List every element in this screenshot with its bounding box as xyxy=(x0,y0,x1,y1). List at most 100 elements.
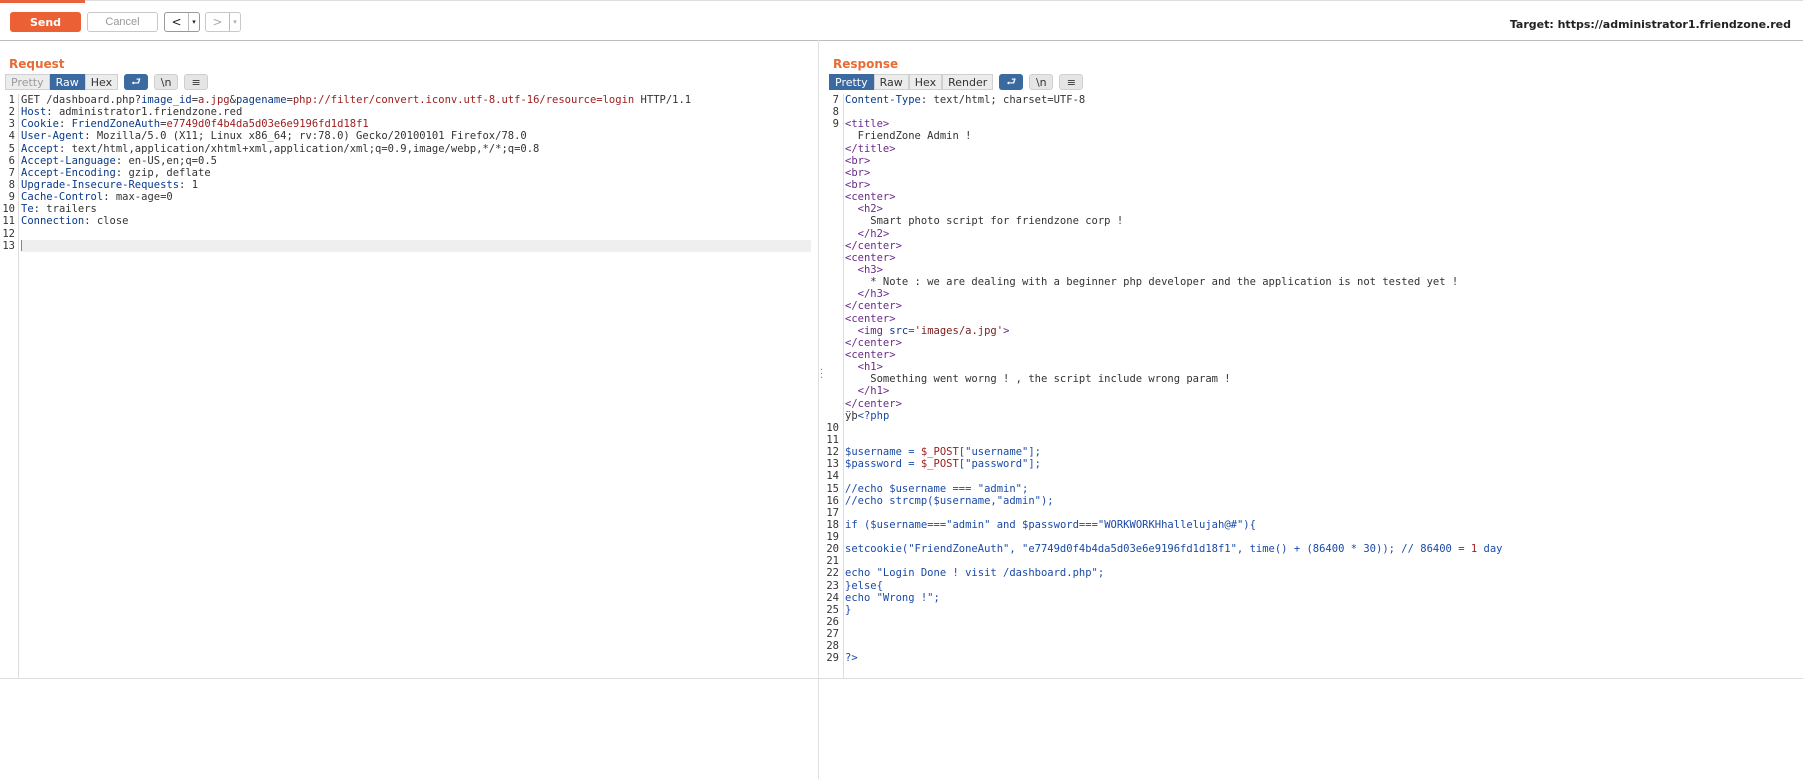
code-line[interactable]: setcookie("FriendZoneAuth", "e7749d0f4b4… xyxy=(845,543,1800,555)
code-line[interactable]: <h3> xyxy=(845,264,1800,276)
code-line[interactable]: ÿþ<?php xyxy=(845,410,1800,422)
code-line[interactable]: GET /dashboard.php?image_id=a.jpg&pagena… xyxy=(21,94,811,106)
code-line[interactable]: Smart photo script for friendzone corp ! xyxy=(845,215,1800,227)
code-token: : administrator1.friendzone.red xyxy=(46,106,243,119)
code-line[interactable]: <br> xyxy=(845,155,1800,167)
history-forward-button[interactable]: > ▾ xyxy=(205,12,241,32)
code-line[interactable]: Something went worng ! , the script incl… xyxy=(845,373,1800,385)
code-line[interactable]: ?> xyxy=(845,652,1800,664)
code-line[interactable]: //echo strcmp($username,"admin"); xyxy=(845,495,1800,507)
code-line[interactable]: </center> xyxy=(845,240,1800,252)
send-button[interactable]: Send xyxy=(10,12,81,32)
code-line[interactable]: //echo $username === "admin"; xyxy=(845,483,1800,495)
code-line[interactable]: Te: trailers xyxy=(21,203,811,215)
code-line[interactable]: <center> xyxy=(845,191,1800,203)
line-number: 27 xyxy=(826,628,839,641)
code-line[interactable]: Connection: close xyxy=(21,215,811,227)
code-line[interactable]: </center> xyxy=(845,300,1800,312)
code-line[interactable]: <center> xyxy=(845,349,1800,361)
code-line[interactable] xyxy=(845,106,1800,118)
request-menu-icon[interactable]: ≡ xyxy=(184,74,209,90)
code-line[interactable]: </center> xyxy=(845,337,1800,349)
code-token: pagename xyxy=(235,94,287,106)
code-line[interactable]: Content-Type: text/html; charset=UTF-8 xyxy=(845,94,1800,106)
response-wrap-icon[interactable]: ⮐ xyxy=(999,74,1024,90)
code-line[interactable]: <h1> xyxy=(845,361,1800,373)
code-token: : text/html,application/xhtml+xml,applic… xyxy=(58,142,540,155)
line-number xyxy=(826,337,839,349)
chevron-down-icon[interactable]: ▾ xyxy=(189,13,199,31)
code-token: Smart photo script for friendzone corp ! xyxy=(845,215,1124,228)
code-line[interactable]: Accept-Encoding: gzip, deflate xyxy=(21,167,811,179)
line-number xyxy=(826,191,839,203)
code-line[interactable] xyxy=(845,628,1800,640)
code-token: $_POST xyxy=(920,446,959,459)
response-menu-icon[interactable]: ≡ xyxy=(1059,74,1084,90)
code-line[interactable]: </h3> xyxy=(845,288,1800,300)
cancel-button[interactable]: Cancel xyxy=(87,12,158,32)
code-line[interactable] xyxy=(845,422,1800,434)
response-tab-raw[interactable]: Raw xyxy=(873,74,909,90)
code-line[interactable]: User-Agent: Mozilla/5.0 (X11; Linux x86_… xyxy=(21,130,811,142)
code-line[interactable]: echo "Wrong !"; xyxy=(845,592,1800,604)
target-url[interactable]: Target: https://administrator1.friendzon… xyxy=(1510,18,1791,31)
code-line[interactable]: $username = $_POST["username"]; xyxy=(845,446,1800,458)
code-line[interactable]: Accept-Language: en-US,en;q=0.5 xyxy=(21,155,811,167)
code-token: //echo strcmp($username,"admin"); xyxy=(845,494,1054,507)
code-line[interactable]: Accept: text/html,application/xhtml+xml,… xyxy=(21,143,811,155)
request-text-area[interactable]: GET /dashboard.php?image_id=a.jpg&pagena… xyxy=(21,94,811,252)
code-line[interactable]: <title> xyxy=(845,118,1800,130)
code-line[interactable] xyxy=(845,507,1800,519)
code-line[interactable]: </title> xyxy=(845,143,1800,155)
request-tab-pretty[interactable]: Pretty xyxy=(5,74,50,90)
code-line[interactable]: <center> xyxy=(845,252,1800,264)
pane-splitter[interactable] xyxy=(818,40,819,779)
code-line[interactable] xyxy=(845,470,1800,482)
request-tab-hex[interactable]: Hex xyxy=(84,74,119,90)
code-line[interactable]: <br> xyxy=(845,179,1800,191)
code-line[interactable]: <br> xyxy=(845,167,1800,179)
code-line[interactable] xyxy=(845,531,1800,543)
code-line[interactable]: Cookie: FriendZoneAuth=e7749d0f4b4da5d03… xyxy=(21,118,811,130)
code-line[interactable] xyxy=(845,616,1800,628)
code-line[interactable] xyxy=(845,434,1800,446)
code-line[interactable] xyxy=(845,640,1800,652)
code-line[interactable]: <img src='images/a.jpg'> xyxy=(845,325,1800,337)
response-tab-render[interactable]: Render xyxy=(942,74,994,90)
code-token: HTTP/1.1 xyxy=(634,94,692,106)
code-token: src xyxy=(889,324,909,337)
request-newline-icon[interactable]: \n xyxy=(154,74,179,90)
code-line[interactable]: * Note : we are dealing with a beginner … xyxy=(845,276,1800,288)
response-newline-icon[interactable]: \n xyxy=(1029,74,1054,90)
history-back-button[interactable]: < ▾ xyxy=(164,12,200,32)
request-wrap-icon[interactable]: ⮐ xyxy=(124,74,149,90)
request-tab-raw[interactable]: Raw xyxy=(49,74,85,90)
code-line[interactable] xyxy=(21,239,811,252)
response-tab-pretty[interactable]: Pretty xyxy=(829,74,874,90)
code-line[interactable]: echo "Login Done ! visit /dashboard.php"… xyxy=(845,567,1800,579)
code-line[interactable]: </h1> xyxy=(845,385,1800,397)
code-line[interactable]: if ($username==="admin" and $password===… xyxy=(845,519,1800,531)
response-tab-hex[interactable]: Hex xyxy=(908,74,943,90)
code-token: "admin" and $password xyxy=(946,518,1079,531)
code-line[interactable] xyxy=(845,555,1800,567)
code-line[interactable]: Host: administrator1.friendzone.red xyxy=(21,106,811,118)
code-line[interactable]: </center> xyxy=(845,398,1800,410)
code-line[interactable]: FriendZone Admin ! xyxy=(845,130,1800,142)
chevron-down-icon[interactable]: ▾ xyxy=(230,13,240,31)
code-line[interactable]: } xyxy=(845,604,1800,616)
code-line[interactable]: Cache-Control: max-age=0 xyxy=(21,191,811,203)
line-number: 19 xyxy=(826,531,839,544)
code-line[interactable] xyxy=(21,228,811,240)
splitter-grip-icon[interactable]: · · · xyxy=(820,366,823,384)
code-line[interactable]: <h2> xyxy=(845,203,1800,215)
response-text-area[interactable]: Content-Type: text/html; charset=UTF-8 <t… xyxy=(845,94,1800,665)
code-line[interactable]: </h2> xyxy=(845,228,1800,240)
line-number: 26 xyxy=(826,616,839,629)
code-line[interactable]: <center> xyxy=(845,313,1800,325)
line-number: 16 xyxy=(826,494,839,507)
code-line[interactable]: }else{ xyxy=(845,580,1800,592)
code-line[interactable]: $password = $_POST["password"]; xyxy=(845,458,1800,470)
code-line[interactable]: Upgrade-Insecure-Requests: 1 xyxy=(21,179,811,191)
